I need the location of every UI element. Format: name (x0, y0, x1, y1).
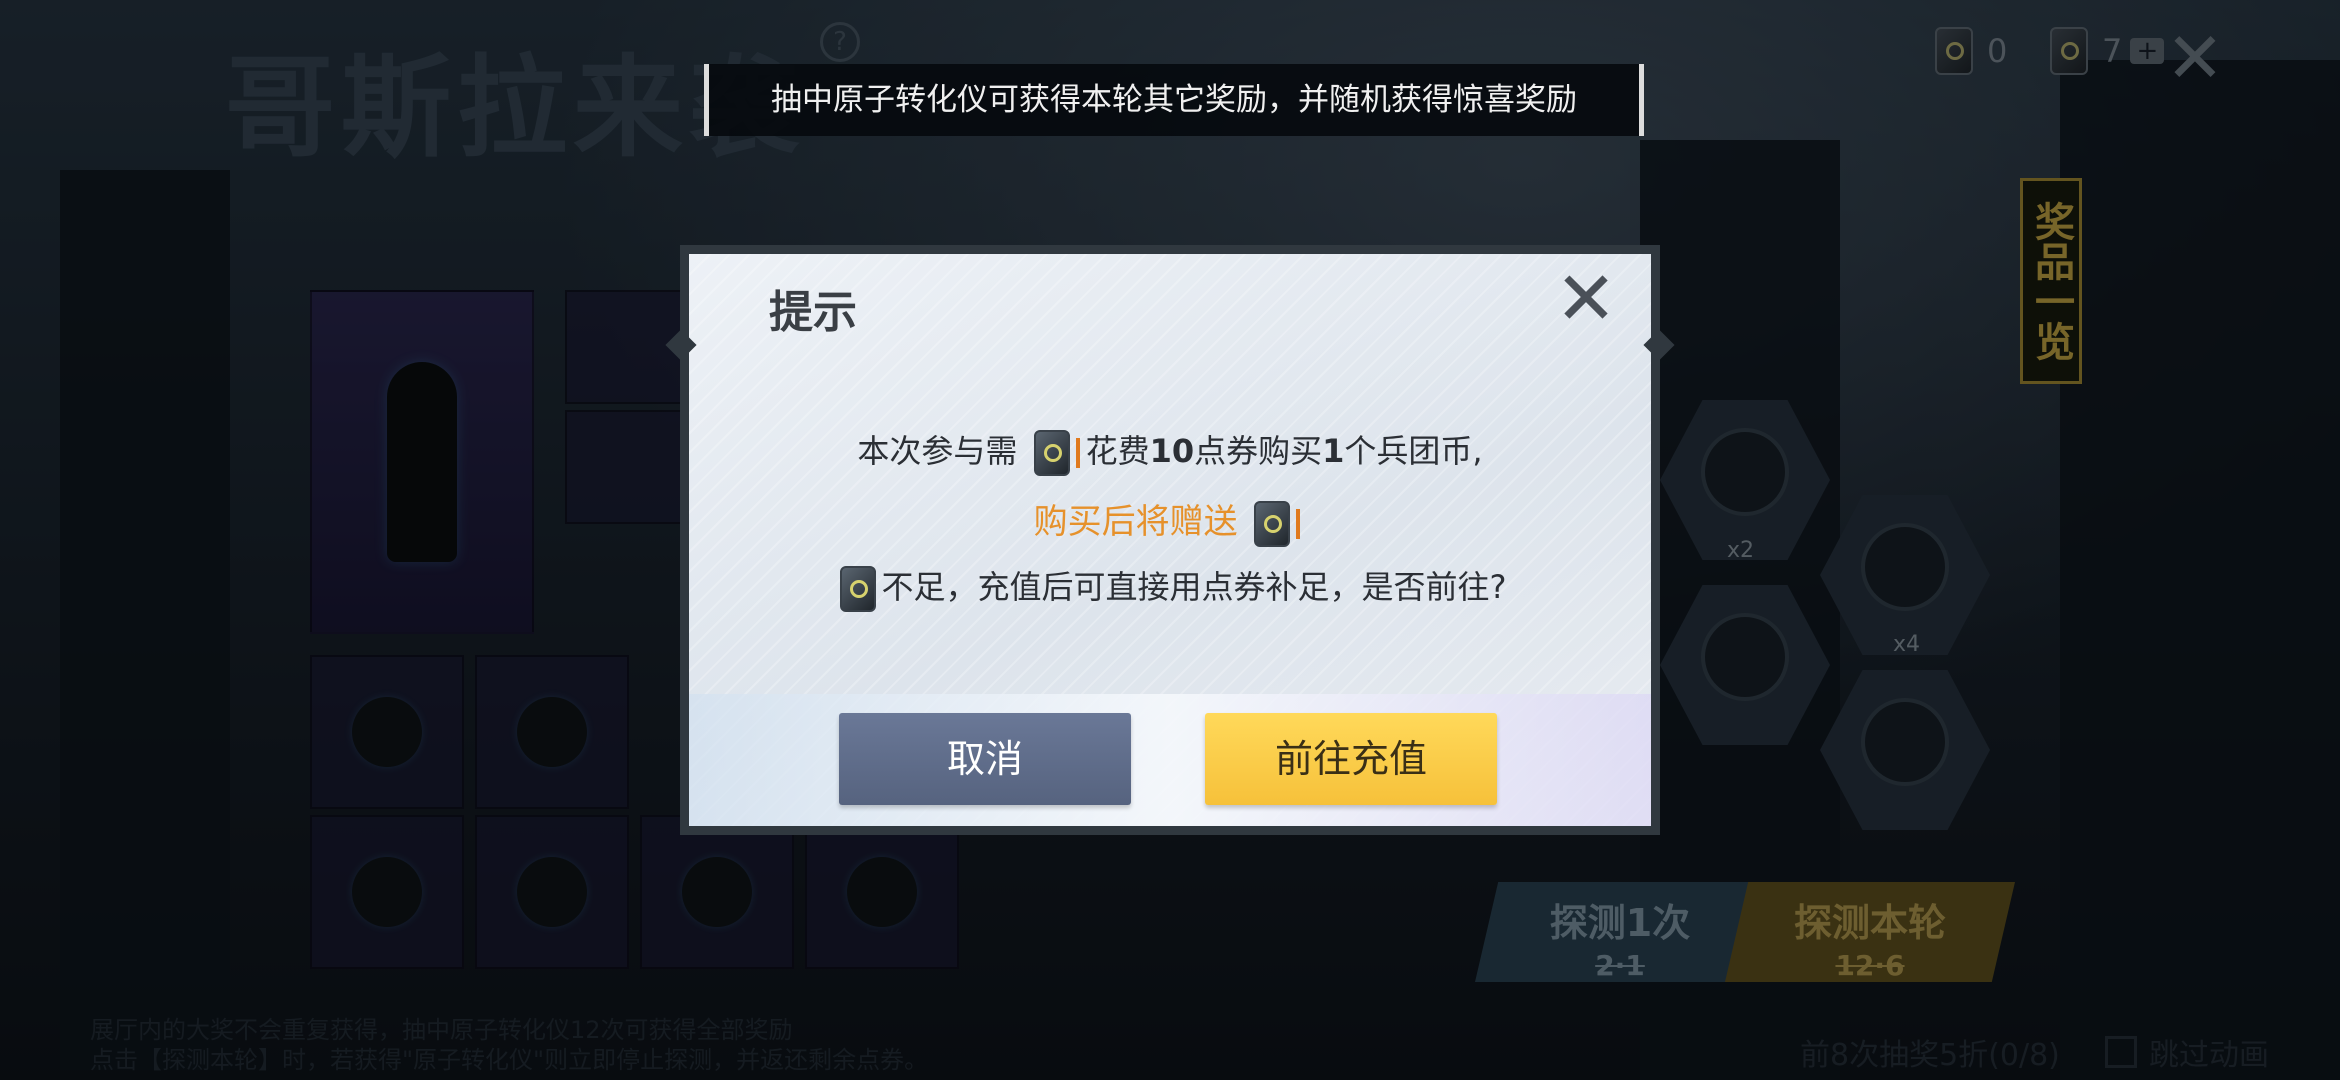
coupon-icon (1254, 500, 1291, 547)
line1-count: 1 (1322, 432, 1345, 470)
prompt-dialog: 提示 ✕ 本次参与需 花费10点券购买1个兵团币, 购买后将赠送 不足，充值后可… (665, 245, 1675, 835)
line1-prefix: 本次参与需 (857, 432, 1018, 470)
bonus-text: 购买后将赠送 (1033, 502, 1238, 542)
dialog-button-bar: 取消 前往充值 (689, 694, 1651, 826)
separator-mark (1075, 438, 1080, 468)
dialog-message-line3: 不足，充值后可直接用点券补足，是否前往? (689, 562, 1651, 612)
cancel-button[interactable]: 取消 (839, 713, 1131, 805)
dialog-message-line2: 购买后将赠送 (689, 494, 1651, 547)
separator-mark (1296, 508, 1301, 539)
legion-coin-icon (1033, 430, 1070, 476)
dialog-title: 提示 (769, 287, 857, 338)
recharge-button[interactable]: 前往充值 (1205, 713, 1497, 805)
dialog-close-icon[interactable]: ✕ (1551, 262, 1621, 336)
insufficient-text: 不足，充值后可直接用点券补足，是否前往? (881, 568, 1507, 606)
line1-unit: 点券购买 (1194, 432, 1323, 470)
line1-amount: 10 (1149, 432, 1195, 470)
dialog-message-line1: 本次参与需 花费10点券购买1个兵团币, (689, 426, 1651, 476)
line1-suffix: 个兵团币, (1344, 432, 1483, 470)
coupon-icon (839, 566, 876, 612)
info-banner: 抽中原子转化仪可获得本轮其它奖励，并随机获得惊喜奖励 (704, 64, 1644, 136)
line1-spend: 花费 (1085, 432, 1150, 470)
